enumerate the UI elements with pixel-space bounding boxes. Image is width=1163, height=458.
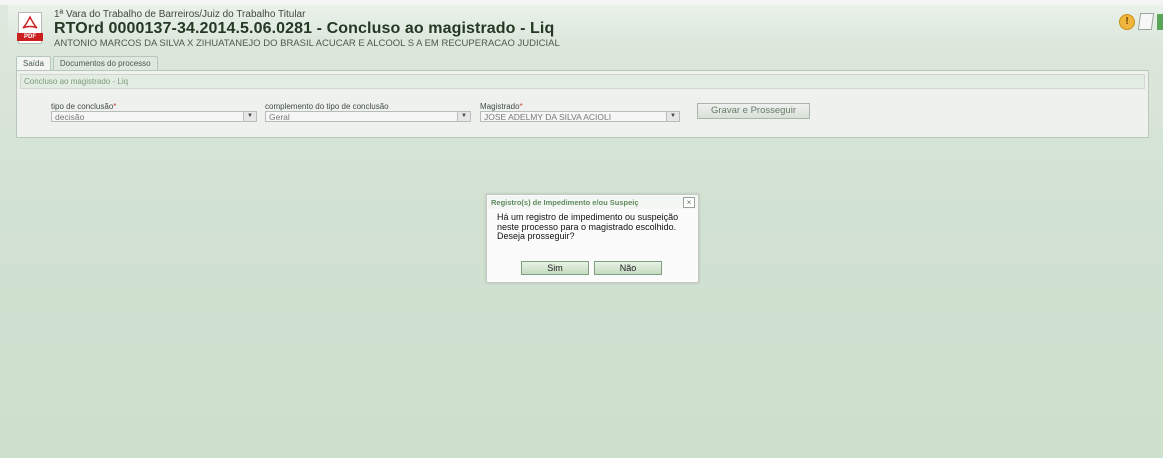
magistrado-value: JOSE ADELMY DA SILVA ACIOLI xyxy=(484,112,612,122)
dropdown-arrow-icon[interactable]: ▼ xyxy=(666,112,679,121)
warning-icon[interactable]: ! xyxy=(1119,13,1135,30)
conclusion-panel: Concluso ao magistrado - Liq tipo de con… xyxy=(16,70,1149,138)
dropdown-arrow-icon[interactable]: ▼ xyxy=(457,112,470,121)
dropdown-arrow-icon[interactable]: ▼ xyxy=(243,112,256,121)
dialog-message: Há um registro de impedimento ou suspeiç… xyxy=(497,212,679,241)
complemento-value: Geral xyxy=(269,112,290,122)
tab-saida[interactable]: Saída xyxy=(16,56,51,70)
yes-button[interactable]: Sim xyxy=(521,261,589,275)
header-icons: ! xyxy=(1119,13,1163,30)
tipo-select[interactable]: decisão ▼ xyxy=(51,111,257,122)
pdf-tag: PDF xyxy=(17,33,43,41)
no-button[interactable]: Não xyxy=(594,261,662,275)
tipo-value: decisão xyxy=(55,112,85,122)
pdf-icon[interactable]: PDF xyxy=(17,12,43,44)
page-title: RTOrd 0000137-34.2014.5.06.0281 - Conclu… xyxy=(54,20,555,37)
panel-heading: Concluso ao magistrado - Liq xyxy=(20,74,1145,89)
magistrado-label: Magistrado* xyxy=(480,102,523,111)
complemento-select[interactable]: Geral ▼ xyxy=(265,111,471,122)
court-line: 1ª Vara do Trabalho de Barreiros/Juiz do… xyxy=(54,9,306,20)
dialog-header: Registro(s) de Impedimento e/ou Suspeiç … xyxy=(488,196,697,209)
complemento-label: complemento do tipo de conclusão xyxy=(265,102,389,111)
tab-documentos[interactable]: Documentos do processo xyxy=(52,56,158,70)
tipo-label: tipo de conclusão* xyxy=(51,102,117,111)
close-icon[interactable]: × xyxy=(683,197,695,208)
parties-line: ANTONIO MARCOS DA SILVA X ZIHUATANEJO DO… xyxy=(54,38,560,49)
magistrado-select[interactable]: JOSE ADELMY DA SILVA ACIOLI ▼ xyxy=(480,111,680,122)
save-and-continue-button[interactable]: Gravar e Prosseguir xyxy=(697,103,810,119)
impediment-dialog: Registro(s) de Impedimento e/ou Suspeiç … xyxy=(486,194,699,283)
tab-bar: Saída Documentos do processo xyxy=(16,56,158,70)
document-icon[interactable] xyxy=(1137,13,1155,30)
green-marker-icon xyxy=(1157,13,1163,30)
dialog-title: Registro(s) de Impedimento e/ou Suspeiç xyxy=(491,198,639,207)
process-header: PDF 1ª Vara do Trabalho de Barreiros/Jui… xyxy=(8,5,1163,49)
